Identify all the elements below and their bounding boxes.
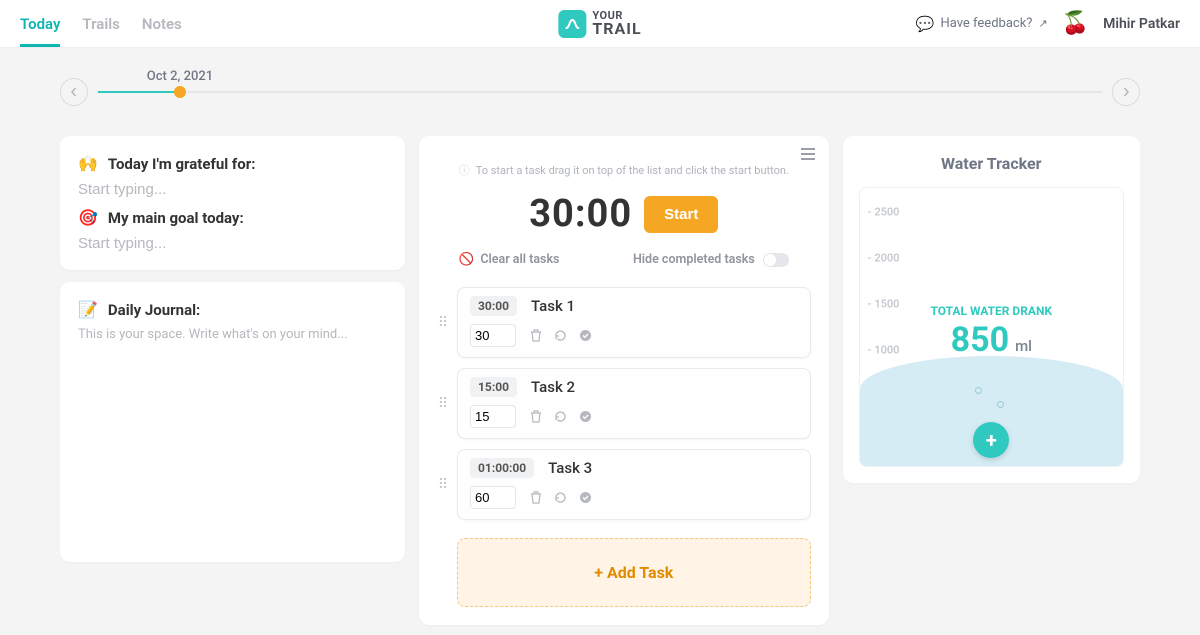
water-amount-unit: ml <box>1015 337 1032 355</box>
grateful-label: Today I'm grateful for: <box>108 155 256 173</box>
pencil-icon: 📝 <box>78 300 98 319</box>
reset-task-button[interactable] <box>554 410 567 423</box>
tasks-card: ⓘ To start a task drag it on top of the … <box>419 136 829 625</box>
timer-value: 30:00 <box>529 192 632 236</box>
hide-completed-label: Hide completed tasks <box>633 252 755 267</box>
timeline-date-label: Oct 2, 2021 <box>147 69 213 84</box>
complete-task-button[interactable] <box>579 410 592 423</box>
water-data-point <box>997 401 1004 408</box>
goal-label: My main goal today: <box>108 209 244 227</box>
task-time-badge: 15:00 <box>470 377 517 397</box>
reset-task-button[interactable] <box>554 491 567 504</box>
task-hint: To start a task drag it on top of the li… <box>476 164 789 177</box>
task-card[interactable]: 01:00:00 Task 3 <box>457 449 811 520</box>
trail-logo-icon <box>558 10 586 38</box>
delete-task-button[interactable] <box>530 329 542 342</box>
user-avatar[interactable]: 🍒 <box>1062 11 1089 36</box>
external-link-icon: ↗ <box>1038 17 1047 30</box>
water-amount-value: 850 <box>951 320 1010 360</box>
task-name[interactable]: Task 2 <box>531 378 575 396</box>
username-label: Mihir Patkar <box>1103 16 1180 32</box>
hands-icon: 🙌 <box>78 154 98 173</box>
feedback-link[interactable]: 💬 Have feedback? ↗ <box>916 15 1048 33</box>
timeline-progress <box>98 91 180 93</box>
add-water-button[interactable]: + <box>973 422 1009 458</box>
tab-today[interactable]: Today <box>20 1 60 47</box>
info-icon: ⓘ <box>459 162 470 178</box>
clear-tasks-label: Clear all tasks <box>480 252 559 267</box>
ban-icon: 🚫 <box>459 252 475 267</box>
delete-task-button[interactable] <box>530 491 542 504</box>
nav-tabs: Today Trails Notes <box>20 1 182 47</box>
timeline-next-button[interactable] <box>1112 78 1140 106</box>
feedback-label: Have feedback? <box>940 16 1032 31</box>
delete-task-button[interactable] <box>530 410 542 423</box>
hide-completed-toggle[interactable]: Hide completed tasks <box>633 252 789 267</box>
task-minutes-input[interactable] <box>470 486 516 509</box>
task-row: ⠿ 01:00:00 Task 3 <box>437 449 811 520</box>
complete-task-button[interactable] <box>579 329 592 342</box>
timeline-prev-button[interactable] <box>60 78 88 106</box>
journal-card: 📝 Daily Journal: This is your space. Wri… <box>60 282 405 562</box>
task-card[interactable]: 30:00 Task 1 <box>457 287 811 358</box>
timeline-knob[interactable] <box>174 86 186 98</box>
journal-label: Daily Journal: <box>108 301 200 319</box>
journal-input[interactable]: This is your space. Write what's on your… <box>78 327 387 342</box>
app-logo: YOUR TRAIL <box>558 10 641 38</box>
chat-icon: 💬 <box>916 15 935 33</box>
grateful-input[interactable] <box>78 181 387 198</box>
add-task-button[interactable]: + Add Task <box>457 538 811 607</box>
grateful-goal-card: 🙌 Today I'm grateful for: 🎯 My main goal… <box>60 136 405 270</box>
water-tracker-card: Water Tracker - 2500 - 2000 - 1500 - 100… <box>843 136 1140 483</box>
start-button[interactable]: Start <box>644 196 718 233</box>
clear-tasks-button[interactable]: 🚫 Clear all tasks <box>459 252 560 267</box>
reset-task-button[interactable] <box>554 329 567 342</box>
task-row: ⠿ 30:00 Task 1 <box>437 287 811 358</box>
water-tick: - 2500 <box>868 206 900 219</box>
app-header: Today Trails Notes YOUR TRAIL 💬 Have fee… <box>0 0 1200 48</box>
target-icon: 🎯 <box>78 208 98 227</box>
task-time-badge: 30:00 <box>470 296 517 316</box>
task-minutes-input[interactable] <box>470 405 516 428</box>
water-chart: - 2500 - 2000 - 1500 - 1000 - 500 - 0 TO… <box>859 187 1124 467</box>
task-list: ⠿ 30:00 Task 1 <box>437 287 811 607</box>
task-row: ⠿ 15:00 Task 2 <box>437 368 811 439</box>
task-name[interactable]: Task 1 <box>531 297 575 315</box>
toggle-icon <box>763 253 789 267</box>
water-data-point <box>975 387 982 394</box>
water-tracker-title: Water Tracker <box>843 154 1140 173</box>
task-name[interactable]: Task 3 <box>548 459 592 477</box>
drag-handle-icon[interactable]: ⠿ <box>437 396 449 412</box>
water-tick: - 2000 <box>868 252 900 265</box>
water-total-label: TOTAL WATER DRANK <box>860 304 1123 318</box>
tasks-menu-button[interactable] <box>801 148 815 160</box>
drag-handle-icon[interactable]: ⠿ <box>437 477 449 493</box>
task-minutes-input[interactable] <box>470 324 516 347</box>
complete-task-button[interactable] <box>579 491 592 504</box>
logo-text-bottom: TRAIL <box>592 21 641 37</box>
goal-input[interactable] <box>78 235 387 252</box>
date-timeline: Oct 2, 2021 <box>0 48 1200 116</box>
task-card[interactable]: 15:00 Task 2 <box>457 368 811 439</box>
drag-handle-icon[interactable]: ⠿ <box>437 315 449 331</box>
task-time-badge: 01:00:00 <box>470 458 534 478</box>
tab-trails[interactable]: Trails <box>82 1 119 47</box>
timeline-track[interactable]: Oct 2, 2021 <box>98 91 1102 93</box>
tab-notes[interactable]: Notes <box>142 1 182 47</box>
